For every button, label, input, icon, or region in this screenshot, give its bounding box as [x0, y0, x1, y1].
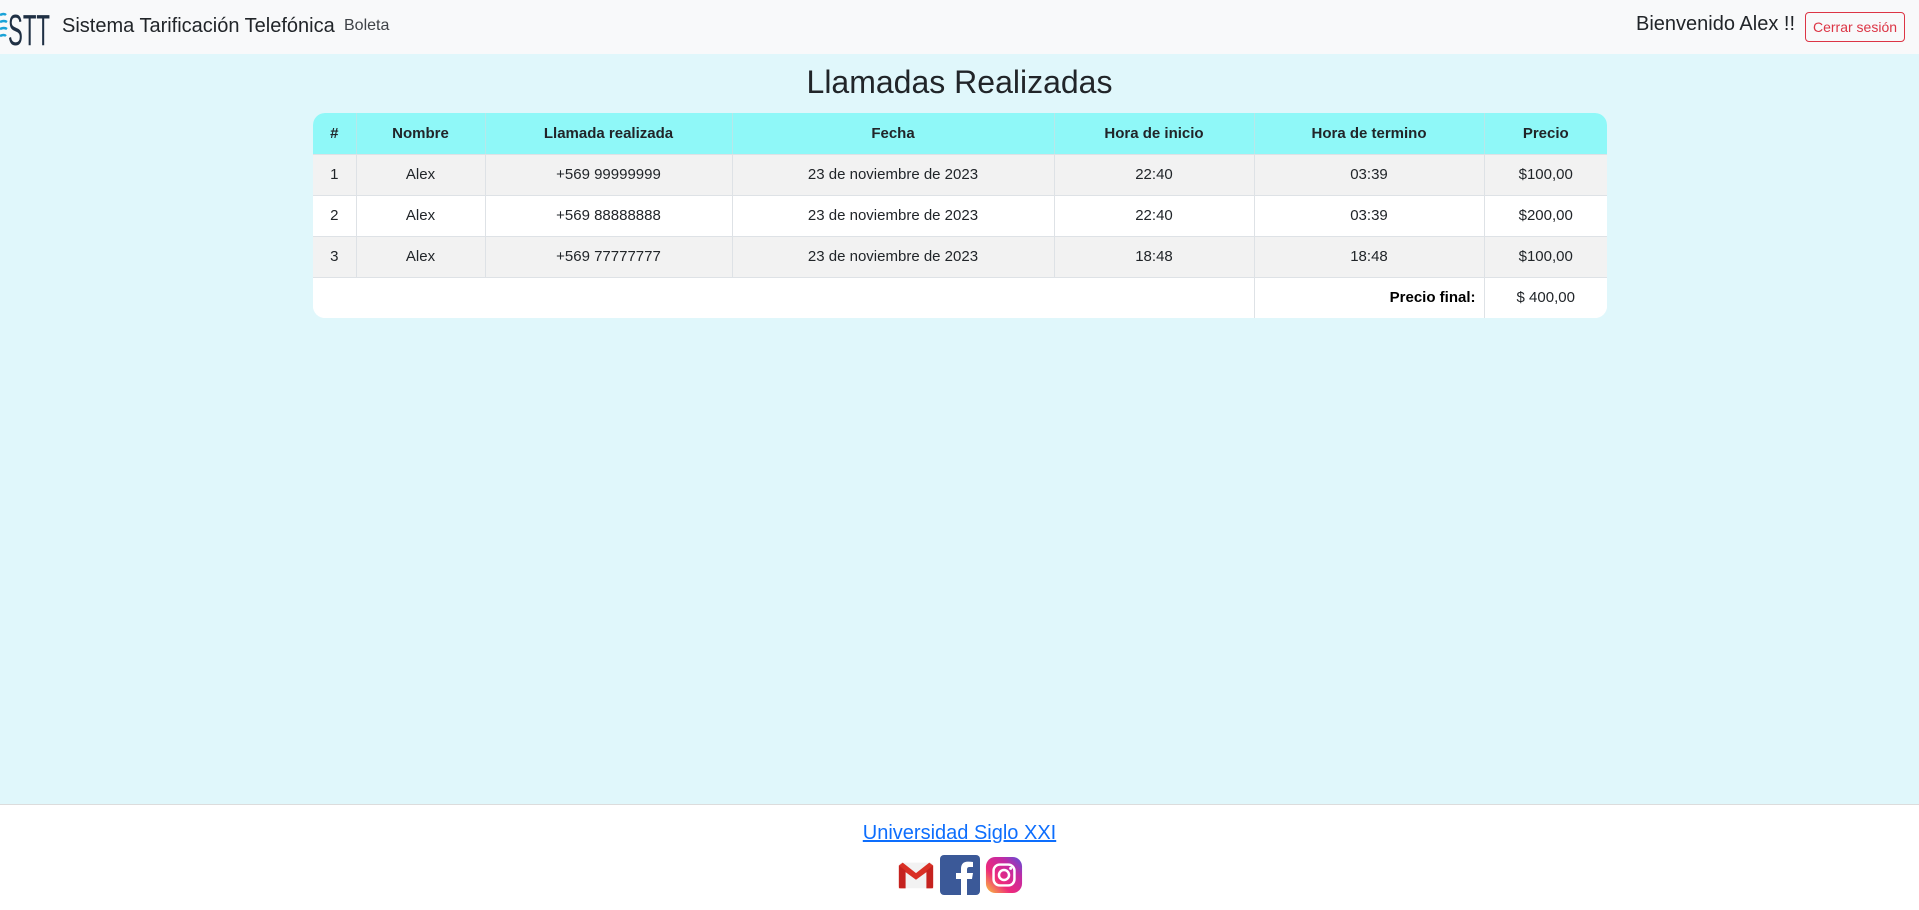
cell-hora-termino: 03:39: [1254, 154, 1485, 196]
table-row: 2 Alex +569 88888888 23 de noviembre de …: [313, 195, 1607, 237]
cell-hora-inicio: 22:40: [1054, 195, 1255, 237]
column-header-nombre: Nombre: [356, 113, 486, 155]
university-link[interactable]: Universidad Siglo XXI: [0, 822, 1919, 845]
cell-nombre: Alex: [356, 236, 486, 278]
nav-link-boleta[interactable]: Boleta: [344, 17, 389, 35]
cell-number: 2: [313, 195, 357, 237]
stt-logo[interactable]: STT: [0, 5, 52, 49]
gmail-icon[interactable]: [897, 856, 935, 894]
brand-title[interactable]: Sistema Tarificación Telefónica: [62, 15, 335, 38]
calls-table-container: # Nombre Llamada realizada Fecha Hora de…: [313, 113, 1607, 318]
cell-fecha: 23 de noviembre de 2023: [732, 195, 1055, 237]
column-header-hora-termino: Hora de termino: [1254, 113, 1485, 155]
svg-text:STT: STT: [8, 6, 50, 49]
table-header-row: # Nombre Llamada realizada Fecha Hora de…: [313, 113, 1607, 155]
column-header-llamada: Llamada realizada: [485, 113, 733, 155]
cell-hora-termino: 03:39: [1254, 195, 1485, 237]
footer: Universidad Siglo XXI: [0, 804, 1919, 910]
cell-nombre: Alex: [356, 154, 486, 196]
cell-nombre: Alex: [356, 195, 486, 237]
column-header-fecha: Fecha: [732, 113, 1055, 155]
total-row: Precio final: $ 400,00: [313, 277, 1607, 318]
cell-hora-inicio: 22:40: [1054, 154, 1255, 196]
logout-button[interactable]: Cerrar sesión: [1805, 12, 1905, 42]
cell-number: 3: [313, 236, 357, 278]
welcome-message: Bienvenido Alex !!: [1636, 13, 1795, 35]
cell-llamada: +569 88888888: [485, 195, 733, 237]
facebook-icon[interactable]: [940, 855, 980, 895]
cell-number: 1: [313, 154, 357, 196]
cell-llamada: +569 99999999: [485, 154, 733, 196]
cell-hora-inicio: 18:48: [1054, 236, 1255, 278]
cell-fecha: 23 de noviembre de 2023: [732, 154, 1055, 196]
total-spacer-cell: [313, 277, 1255, 318]
table-row: 1 Alex +569 99999999 23 de noviembre de …: [313, 154, 1607, 196]
cell-precio: $100,00: [1484, 154, 1607, 196]
calls-table: # Nombre Llamada realizada Fecha Hora de…: [313, 113, 1607, 318]
cell-llamada: +569 77777777: [485, 236, 733, 278]
column-header-number: #: [313, 113, 357, 155]
table-row: 3 Alex +569 77777777 23 de noviembre de …: [313, 236, 1607, 278]
navbar: STT Sistema Tarificación Telefónica Bole…: [0, 0, 1919, 54]
cell-precio: $100,00: [1484, 236, 1607, 278]
cell-fecha: 23 de noviembre de 2023: [732, 236, 1055, 278]
instagram-icon[interactable]: [985, 856, 1023, 894]
total-value: $ 400,00: [1484, 277, 1607, 318]
column-header-hora-inicio: Hora de inicio: [1054, 113, 1255, 155]
column-header-precio: Precio: [1484, 113, 1607, 155]
page-title: Llamadas Realizadas: [806, 64, 1113, 100]
cell-hora-termino: 18:48: [1254, 236, 1485, 278]
total-label: Precio final:: [1254, 277, 1485, 318]
cell-precio: $200,00: [1484, 195, 1607, 237]
